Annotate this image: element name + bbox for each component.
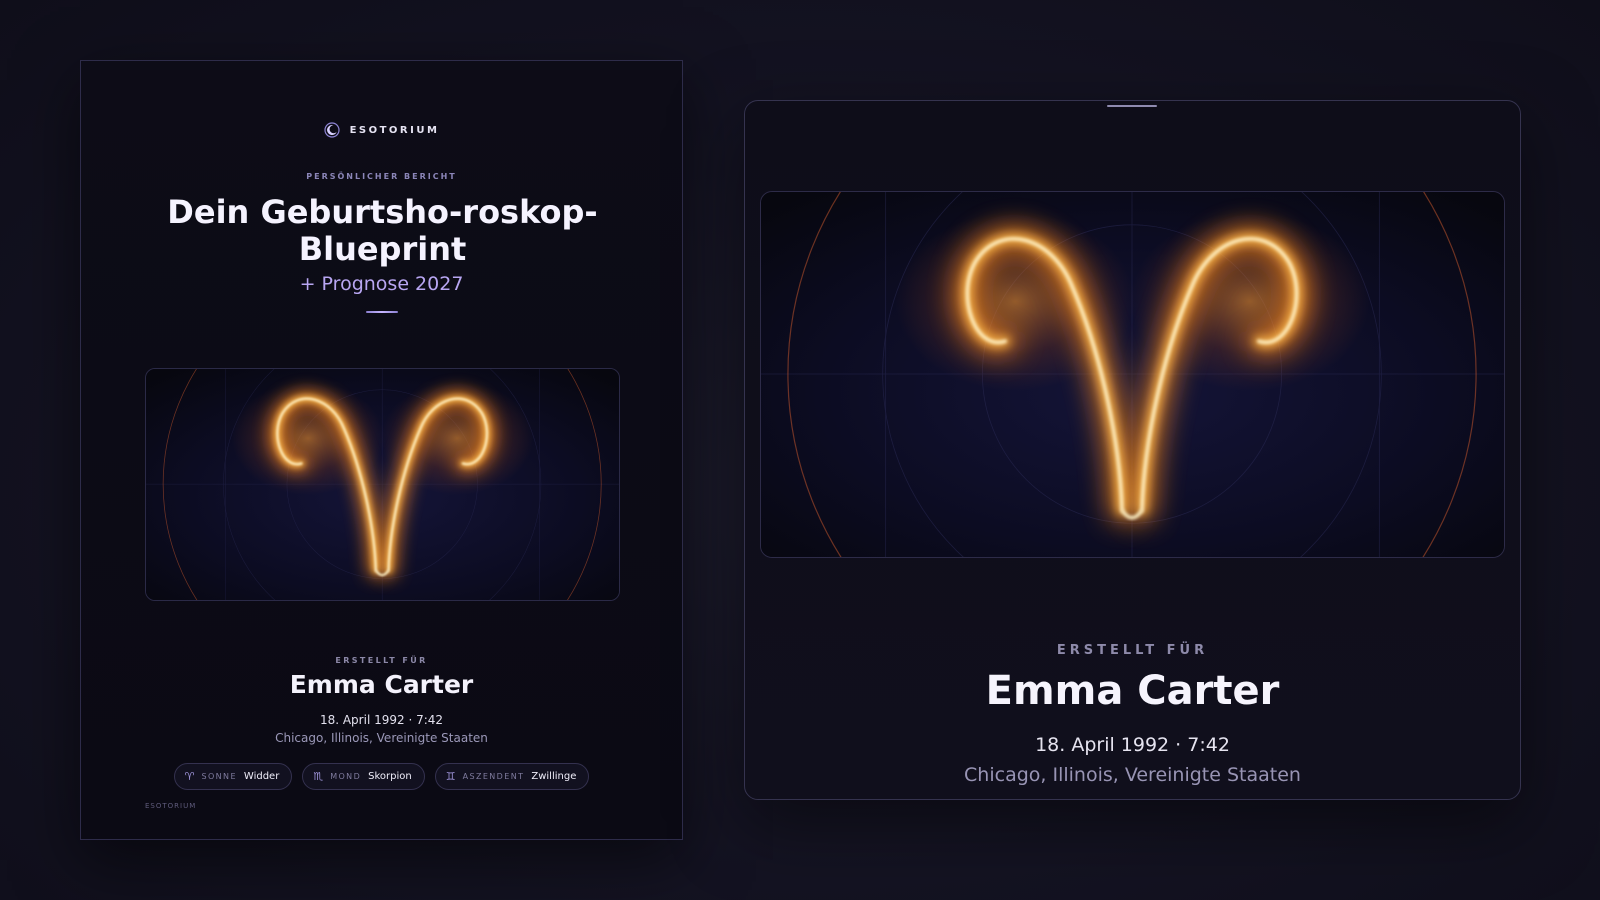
made-for-label: ERSTELLT FÜR (335, 656, 428, 665)
report-cover: ESOTORIUM PERSÖNLICHER BERICHT Dein Gebu… (80, 60, 683, 840)
chip-value: Skorpion (368, 771, 412, 782)
moon-placement-chip: ♏ MOND Skorpion (302, 763, 425, 790)
aries-glow-icon (761, 192, 1504, 557)
birth-date: 18. April 1992 · 7:42 (1035, 734, 1230, 756)
birth-place: Chicago, Illinois, Vereinigte Staaten (275, 731, 488, 745)
report-subtitle: + Prognose 2027 (299, 273, 464, 295)
made-for-label: ERSTELLT FÜR (1056, 643, 1209, 658)
placement-chips: ♈ SONNE Widder ♏ MOND Skorpion ♊ ASZENDE… (81, 763, 682, 790)
chip-label: MOND (330, 772, 362, 781)
chip-label: ASZENDENT (462, 772, 525, 781)
ascendant-placement-chip: ♊ ASZENDENT Zwillinge (434, 763, 590, 790)
sun-placement-chip: ♈ SONNE Widder (173, 763, 293, 790)
chip-label: SONNE (201, 772, 237, 781)
recipient-name: Emma Carter (985, 668, 1280, 714)
report-title: Dein Geburtsho-roskop-Blueprint (167, 193, 598, 268)
report-eyebrow: PERSÖNLICHER BERICHT (306, 172, 457, 181)
chip-value: Widder (243, 771, 280, 782)
scorpio-glyph-icon: ♏ (313, 770, 324, 783)
preview-card: ERSTELLT FÜR Emma Carter 18. April 1992 … (744, 100, 1521, 800)
aries-illustration (145, 368, 620, 601)
brand-name: ESOTORIUM (349, 124, 440, 136)
footer-brand: ESOTORIUM (145, 802, 197, 810)
aries-glyph-icon: ♈ (184, 770, 195, 783)
recipient-name: Emma Carter (289, 670, 474, 699)
title-divider (366, 311, 398, 313)
birth-place: Chicago, Illinois, Vereinigte Staaten (964, 764, 1301, 786)
moon-logo-icon (323, 122, 340, 138)
aries-glow-icon (146, 369, 619, 600)
gemini-glyph-icon: ♊ (445, 770, 456, 783)
aries-illustration-large (760, 191, 1505, 558)
chip-value: Zwillinge (531, 771, 577, 782)
brand-header: ESOTORIUM (81, 122, 682, 138)
birth-date: 18. April 1992 · 7:42 (319, 713, 444, 727)
preview-handle (1107, 105, 1157, 107)
